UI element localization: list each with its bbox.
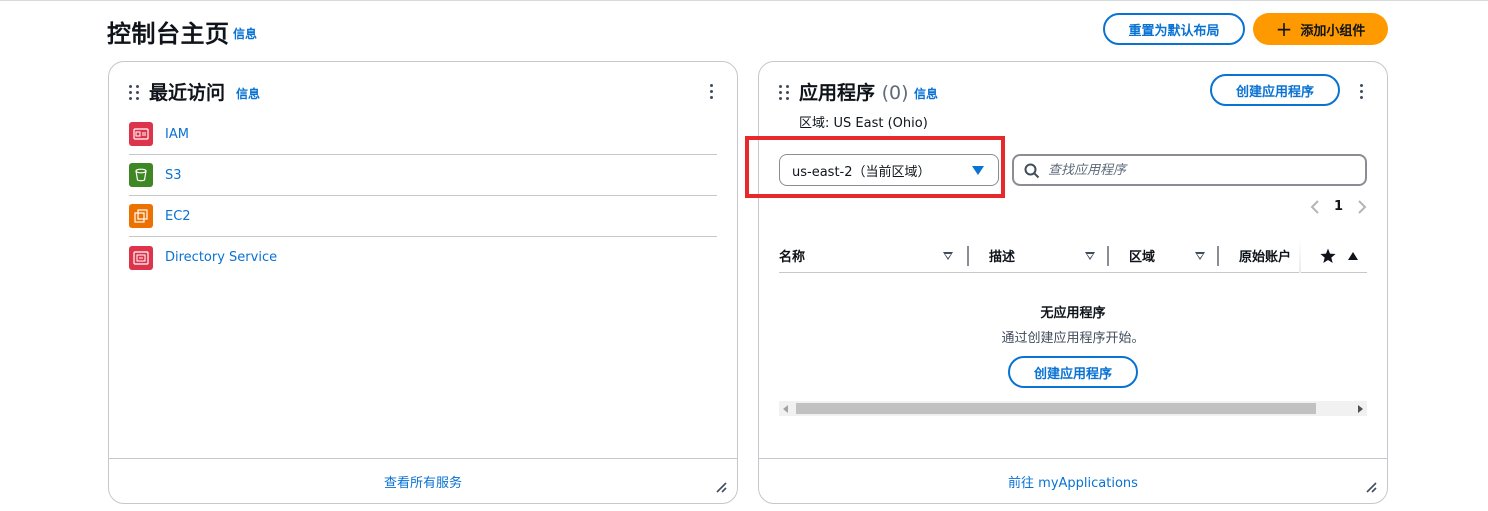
go-to-myapplications-link[interactable]: 前往 myApplications bbox=[1008, 472, 1138, 491]
create-application-button[interactable]: 创建应用程序 bbox=[1210, 74, 1340, 106]
recent-visits-footer: 查看所有服务 bbox=[109, 458, 737, 503]
sort-icon[interactable] bbox=[1195, 252, 1205, 260]
top-divider bbox=[0, 0, 1488, 1]
resize-handle-icon[interactable] bbox=[1365, 481, 1377, 493]
reset-layout-label: 重置为默认布局 bbox=[1128, 23, 1220, 39]
search-applications-box bbox=[1012, 154, 1367, 186]
directory-service-icon bbox=[129, 245, 153, 270]
column-owner-label: 原始账户 bbox=[1239, 249, 1292, 265]
column-region-label: 区域 bbox=[1129, 249, 1156, 265]
more-actions-icon[interactable] bbox=[1358, 84, 1364, 99]
list-item[interactable]: Directory Service bbox=[129, 237, 717, 278]
scrollbar-thumb[interactable] bbox=[796, 403, 1316, 414]
sort-icon[interactable] bbox=[943, 252, 953, 260]
search-applications-input[interactable] bbox=[1048, 162, 1365, 178]
list-item[interactable]: S3 bbox=[129, 155, 717, 196]
empty-create-application-button[interactable]: 创建应用程序 bbox=[1008, 356, 1138, 388]
search-icon bbox=[1024, 163, 1040, 179]
page-title: 控制台主页 bbox=[107, 20, 230, 48]
chevron-left-icon[interactable] bbox=[1310, 199, 1320, 214]
add-widget-button[interactable]: + 添加小组件 bbox=[1253, 13, 1388, 45]
service-link-directory-service[interactable]: Directory Service bbox=[165, 250, 277, 265]
s3-bucket-icon bbox=[129, 163, 153, 187]
service-link-ec2[interactable]: EC2 bbox=[165, 209, 191, 224]
applications-table-header: 名称 描述 区域 原始账户 bbox=[779, 238, 1367, 273]
reset-layout-button[interactable]: 重置为默认布局 bbox=[1103, 13, 1245, 45]
applications-info-link[interactable]: 信息 bbox=[914, 85, 938, 102]
list-item[interactable]: IAM bbox=[129, 114, 717, 155]
page-info-link[interactable]: 信息 bbox=[233, 25, 257, 42]
star-icon[interactable] bbox=[1320, 248, 1336, 264]
recent-visits-title: 最近访问 bbox=[149, 82, 226, 104]
sticky-column-shadow bbox=[1299, 238, 1301, 273]
recent-info-link[interactable]: 信息 bbox=[236, 85, 260, 102]
plus-icon: + bbox=[1275, 17, 1293, 41]
add-widget-label: 添加小组件 bbox=[1300, 23, 1366, 39]
empty-state: 无应用程序 通过创建应用程序开始。 创建应用程序 bbox=[779, 302, 1367, 388]
empty-state-subtitle: 通过创建应用程序开始。 bbox=[1001, 331, 1145, 346]
pagination: 1 bbox=[1310, 199, 1367, 214]
highlight-annotation-box bbox=[745, 136, 1005, 198]
recent-services-list: IAM S3 EC2 Directory Service bbox=[129, 114, 717, 278]
empty-create-application-label: 创建应用程序 bbox=[1033, 366, 1112, 382]
column-header-description[interactable]: 描述 bbox=[969, 238, 1109, 272]
scroll-left-icon[interactable] bbox=[783, 405, 789, 413]
iam-icon bbox=[129, 122, 153, 146]
recent-visits-widget: 最近访问 信息 IAM S3 EC2 Directory Service 查看所… bbox=[108, 61, 738, 504]
drag-handle-icon[interactable] bbox=[129, 85, 139, 100]
current-page[interactable]: 1 bbox=[1334, 199, 1343, 214]
scroll-right-icon[interactable] bbox=[1357, 405, 1363, 413]
list-item[interactable]: EC2 bbox=[129, 196, 717, 237]
more-actions-icon[interactable] bbox=[708, 84, 714, 99]
column-name-label: 名称 bbox=[779, 249, 806, 265]
chevron-right-icon[interactable] bbox=[1357, 199, 1367, 214]
sort-ascending-icon[interactable] bbox=[1347, 251, 1359, 261]
resize-handle-icon[interactable] bbox=[715, 481, 727, 493]
applications-count: (0) bbox=[881, 82, 909, 104]
applications-widget: 应用程序 (0) 信息 区域: US East (Ohio) 创建应用程序 us… bbox=[758, 61, 1388, 504]
sort-icon[interactable] bbox=[1085, 252, 1095, 260]
applications-title: 应用程序 (0) bbox=[799, 78, 909, 105]
region-label: 区域: US East (Ohio) bbox=[799, 116, 928, 131]
column-header-name[interactable]: 名称 bbox=[779, 238, 969, 272]
horizontal-scrollbar[interactable] bbox=[779, 401, 1367, 416]
applications-title-text: 应用程序 bbox=[799, 82, 876, 104]
create-application-label: 创建应用程序 bbox=[1235, 84, 1314, 100]
empty-state-title: 无应用程序 bbox=[1040, 306, 1106, 321]
ec2-icon bbox=[129, 204, 153, 228]
column-header-owner-account[interactable]: 原始账户 bbox=[1219, 238, 1301, 272]
service-link-s3[interactable]: S3 bbox=[165, 168, 182, 183]
view-all-services-link[interactable]: 查看所有服务 bbox=[384, 472, 462, 491]
column-header-region[interactable]: 区域 bbox=[1109, 238, 1219, 272]
service-link-iam[interactable]: IAM bbox=[165, 127, 189, 142]
column-description-label: 描述 bbox=[989, 249, 1016, 265]
drag-handle-icon[interactable] bbox=[779, 85, 789, 100]
applications-footer: 前往 myApplications bbox=[759, 458, 1387, 503]
